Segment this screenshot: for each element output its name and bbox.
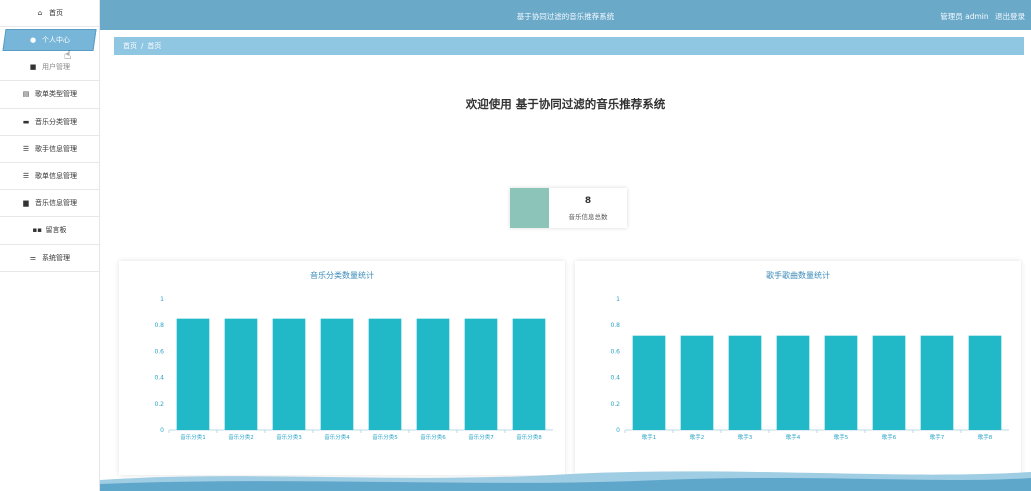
footer-wave-decoration [100, 471, 1031, 491]
home-icon: ⌂ [37, 9, 43, 18]
breadcrumb: 首页 / 首页 [114, 37, 1024, 55]
sidebar-item-label: 用户管理 [42, 63, 70, 72]
sidebar-item-label: 音乐分类管理 [35, 117, 77, 126]
person-icon: ● [29, 36, 37, 45]
bar[interactable] [728, 335, 762, 430]
x-tick-label: 歌手7 [930, 433, 945, 441]
user-area: 管理员 admin 退出登录 [936, 11, 1025, 22]
music-category-chart: 音乐分类数量统计 0 0.2 0.4 0.6 0.8 1 音乐分类1 音乐分类2 音乐分类3 音乐… [119, 261, 565, 475]
x-tick-label: 歌手5 [834, 433, 849, 441]
sidebar-item-label: 歌单类型管理 [35, 90, 77, 99]
sidebar-item-profile[interactable]: ● 个人中心 [2, 29, 97, 52]
x-tick-label: 歌手3 [738, 433, 753, 441]
x-tick-label: 音乐分类2 [228, 433, 254, 441]
breadcrumb-root[interactable]: 首页 [123, 41, 137, 51]
chart-svg-0: 0 0.2 0.4 0.6 0.8 1 音乐分类1 音乐分类2 音乐分类3 音乐分类4 音乐分类5 音… [154, 296, 553, 441]
x-tick-label: 歌手6 [882, 433, 897, 441]
bar[interactable] [824, 335, 858, 430]
singer-song-chart: 歌手歌曲数量统计 0 0.2 0.4 0.6 0.8 1 歌手1 歌手2 歌手3 歌手4 歌手5 歌手… [575, 261, 1021, 475]
sidebar-item-music[interactable]: ▆ 音乐信息管理 [0, 190, 99, 218]
y-tick-label: 0.6 [154, 348, 164, 355]
topbar: 基于协同过滤的音乐推荐系统 管理员 admin 退出登录 [100, 0, 1031, 30]
sidebar-item-label: 歌单信息管理 [35, 172, 77, 181]
stat-card-label: 音乐信息总数 [568, 212, 608, 221]
x-tick-label: 音乐分类1 [180, 433, 206, 441]
list-icon: ☰ [22, 172, 30, 181]
x-tick-label: 音乐分类7 [468, 433, 494, 441]
x-tick-label: 音乐分类4 [324, 433, 350, 441]
stat-card-value: 8 [584, 195, 592, 206]
sidebar-item-label: 首页 [49, 9, 63, 18]
y-tick-label: 0.8 [610, 322, 620, 329]
sliders-icon: ⚌ [29, 253, 37, 262]
bar[interactable] [680, 335, 714, 430]
bar[interactable] [512, 318, 546, 430]
x-tick-label: 歌手8 [978, 433, 993, 441]
bar[interactable] [416, 318, 450, 430]
list-icon: ☰ [22, 144, 30, 153]
clipboard-icon: ▤ [22, 90, 30, 99]
y-tick-label: 0 [616, 427, 620, 434]
app-title: 基于协同过滤的音乐推荐系统 [516, 12, 615, 21]
x-tick-label: 歌手4 [786, 433, 801, 441]
y-tick-label: 0.2 [610, 401, 620, 408]
bar[interactable] [968, 335, 1002, 430]
bar[interactable] [776, 335, 810, 430]
x-tick-label: 歌手1 [642, 433, 657, 441]
sidebar-item-label: 音乐信息管理 [35, 199, 77, 208]
sidebar-item-label: 留言板 [45, 226, 67, 235]
x-tick-label: 音乐分类8 [516, 433, 542, 441]
y-tick-label: 0.6 [610, 348, 620, 355]
bar[interactable] [224, 318, 258, 430]
bar[interactable] [272, 318, 306, 430]
x-tick-label: 音乐分类5 [372, 433, 398, 441]
y-tick-label: 0.4 [154, 375, 164, 382]
bar[interactable] [368, 318, 402, 430]
sidebar: ⌂ 首页 ● 个人中心 ■ 用户管理 ▤ 歌单类型管理 ▬ 音乐分类管理 ☰ 歌… [0, 0, 100, 491]
x-tick-label: 音乐分类6 [420, 433, 446, 441]
sidebar-item-music-categories[interactable]: ▬ 音乐分类管理 [0, 109, 99, 136]
sidebar-item-singers[interactable]: ☰ 歌手信息管理 [0, 136, 99, 163]
user-label: 管理员 admin [940, 12, 989, 21]
breadcrumb-current: 首页 [147, 42, 162, 50]
x-tick-label: 歌手2 [690, 433, 705, 441]
welcome-heading: 欢迎使用 基于协同过滤的音乐推荐系统 [465, 97, 666, 111]
bar[interactable] [320, 318, 354, 430]
y-tick-label: 1 [616, 296, 620, 303]
stat-card-swatch [510, 188, 549, 228]
sidebar-item-playlist-types[interactable]: ▤ 歌单类型管理 [0, 81, 99, 109]
chart-svg-1: 0 0.2 0.4 0.6 0.8 1 歌手1 歌手2 歌手3 歌手4 歌手5 歌手6 歌手7 歌手8 [610, 296, 1009, 441]
sidebar-item-home[interactable]: ⌂ 首页 [0, 0, 99, 28]
stat-card: 8 音乐信息总数 [510, 188, 627, 228]
y-tick-label: 1 [160, 296, 164, 303]
briefcase-icon: ■ [29, 63, 37, 72]
sidebar-item-playlists[interactable]: ☰ 歌单信息管理 [0, 163, 99, 191]
monitor-icon: ▬ [22, 117, 30, 126]
x-tick-label: 音乐分类3 [276, 433, 302, 441]
sidebar-item-label: 系统管理 [42, 253, 70, 262]
sidebar-item-system[interactable]: ⚌ 系统管理 [0, 245, 99, 272]
sidebar-item-messages[interactable]: ▪▪ 留言板 [0, 217, 99, 245]
y-tick-label: 0.2 [154, 401, 164, 408]
bar[interactable] [920, 335, 954, 430]
bar[interactable] [464, 318, 498, 430]
bar[interactable] [632, 335, 666, 430]
sidebar-item-label: 个人中心 [42, 36, 70, 45]
logout-button[interactable]: 退出登录 [995, 12, 1025, 21]
y-tick-label: 0 [160, 427, 164, 434]
sidebar-item-users[interactable]: ■ 用户管理 [0, 54, 99, 82]
document-icon: ▆ [23, 199, 29, 208]
bar[interactable] [176, 318, 210, 430]
grid-icon: ▪▪ [32, 226, 43, 235]
bar[interactable] [872, 335, 906, 430]
sidebar-item-label: 歌手信息管理 [35, 144, 77, 153]
y-tick-label: 0.4 [610, 375, 620, 382]
breadcrumb-separator: / [141, 42, 144, 50]
hand-cursor-icon: ☝ [64, 48, 72, 62]
y-tick-label: 0.8 [154, 322, 164, 329]
